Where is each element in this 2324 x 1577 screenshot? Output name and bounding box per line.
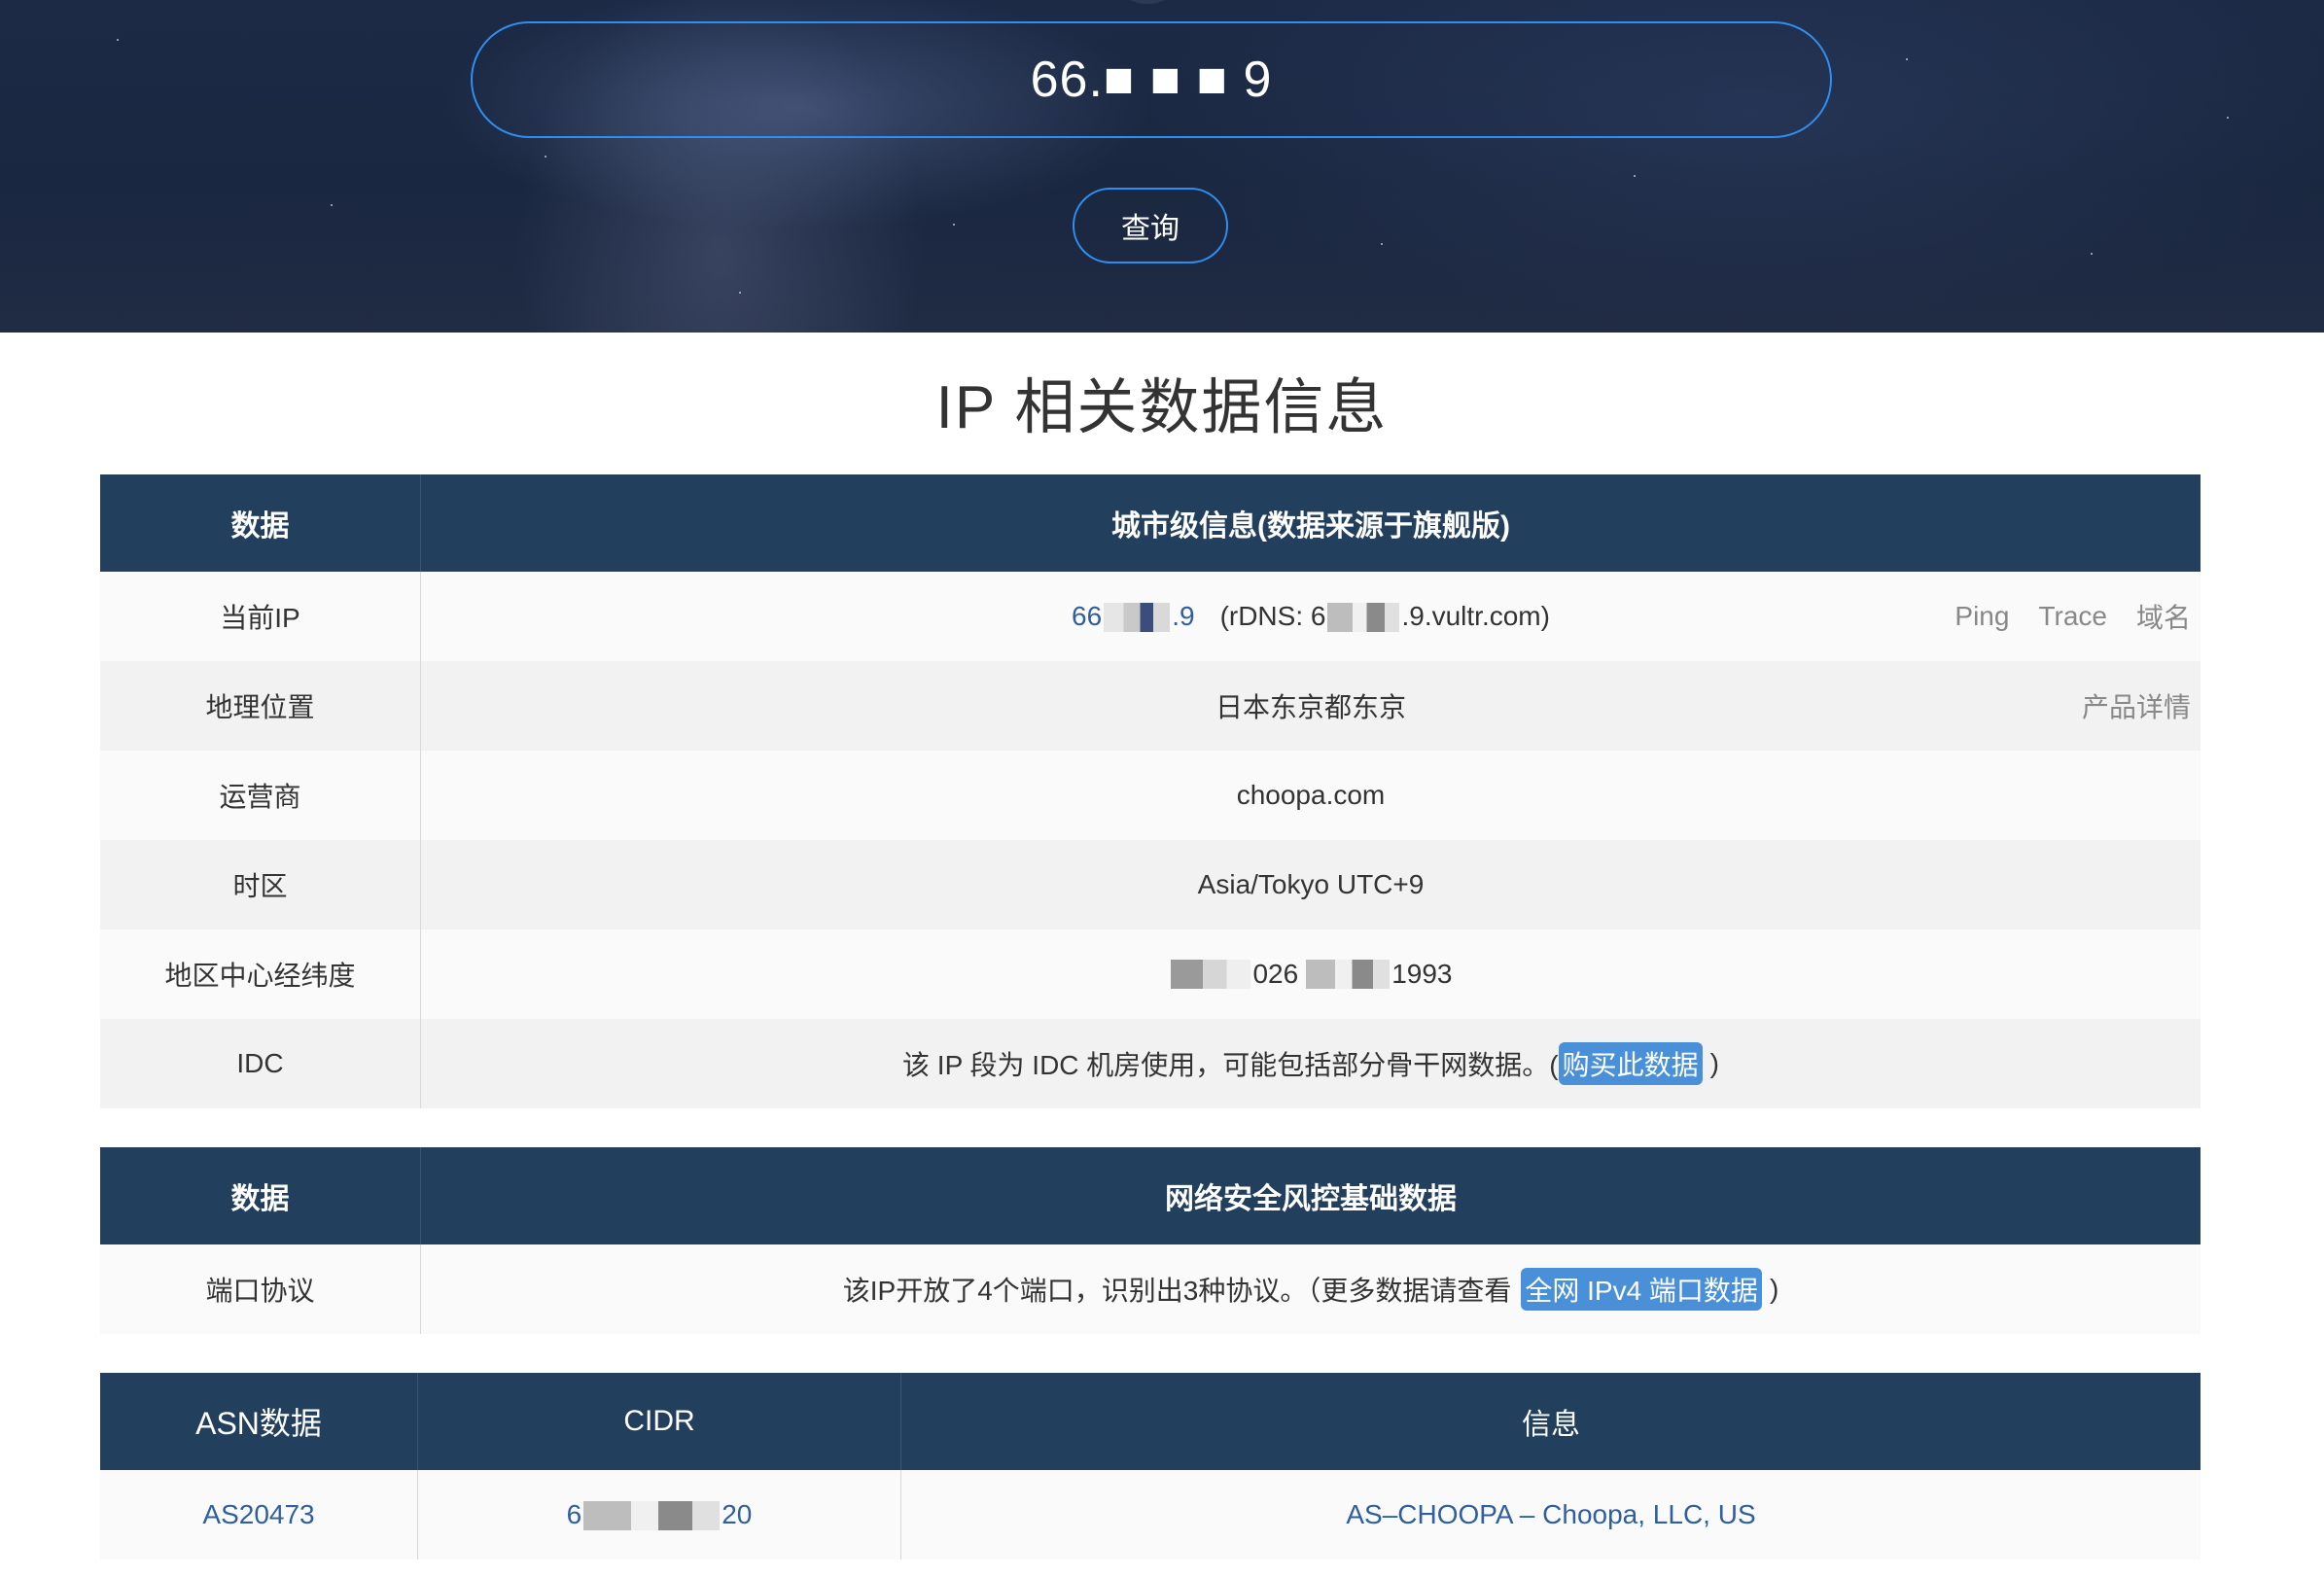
cidr-cell: 6 20 bbox=[418, 1470, 901, 1559]
timezone-value: Asia/Tokyo UTC+9 bbox=[1197, 869, 1425, 899]
table-row: IDC 该 IP 段为 IDC 机房使用，可能包括部分骨干网数据。( 购买此数据… bbox=[100, 1019, 2201, 1108]
ip-search-box[interactable] bbox=[471, 21, 1832, 138]
star-decoration bbox=[739, 292, 741, 294]
row-label: 时区 bbox=[100, 840, 421, 929]
cidr-text: 20 bbox=[722, 1498, 753, 1529]
row-value: 026 1993 bbox=[421, 929, 2201, 1019]
header-security: 网络安全风控基础数据 bbox=[1165, 1183, 1457, 1215]
buy-data-link[interactable]: 购买此数据 bbox=[1558, 1042, 1703, 1085]
security-table: 数据 网络安全风控基础数据 端口协议 该IP开放了4个端口，识别出3种协议。（更… bbox=[100, 1147, 2201, 1334]
star-decoration bbox=[1381, 243, 1383, 245]
row-value: choopa.com bbox=[421, 751, 2201, 840]
domain-link[interactable]: 域名 bbox=[2136, 597, 2191, 636]
table-row: 当前IP 66.9 (rDNS: 6.9.vultr.com) Ping Tra… bbox=[100, 572, 2201, 661]
star-decoration bbox=[2091, 253, 2093, 255]
header-asn: ASN数据 bbox=[100, 1373, 418, 1470]
ip-actions: Ping Trace 域名 bbox=[1954, 572, 2191, 661]
table-row: 地区中心经纬度 026 1993 bbox=[100, 929, 2201, 1019]
cidr-text: 6 bbox=[566, 1498, 582, 1529]
row-value: Asia/Tokyo UTC+9 bbox=[421, 840, 2201, 929]
row-value: 日本东京都东京 产品详情 bbox=[421, 661, 2201, 751]
idc-text: 该 IP 段为 IDC 机房使用，可能包括部分骨干网数据。( bbox=[902, 1050, 1559, 1080]
asn-link[interactable]: AS20473 bbox=[202, 1499, 314, 1530]
row-label: 运营商 bbox=[100, 751, 421, 840]
table-row: 运营商 choopa.com bbox=[100, 751, 2201, 840]
idc-text-end: ) bbox=[1709, 1048, 1719, 1078]
row-label: 端口协议 bbox=[100, 1244, 421, 1334]
redacted-block bbox=[1327, 603, 1400, 633]
table-header: 数据 城市级信息(数据来源于旗舰版) bbox=[100, 474, 2201, 572]
isp-value: choopa.com bbox=[1236, 780, 1386, 810]
star-decoration bbox=[1634, 175, 1636, 177]
coords-text: 1993 bbox=[1391, 959, 1453, 989]
redacted-block bbox=[583, 1501, 721, 1531]
location-value: 日本东京都东京 bbox=[1215, 692, 1406, 722]
info-cell: AS–CHOOPA – Choopa, LLC, US bbox=[901, 1470, 2201, 1559]
cidr-value: 6 20 bbox=[566, 1498, 753, 1531]
location-actions: 产品详情 bbox=[2082, 661, 2191, 751]
asn-cell: AS20473 bbox=[100, 1470, 418, 1559]
table-row: AS20473 6 20 AS–CHOOPA – Choopa, LLC, US bbox=[100, 1470, 2201, 1559]
ip-text: 66 bbox=[1072, 600, 1103, 631]
query-button[interactable]: 查询 bbox=[1073, 188, 1228, 263]
ports-text: 该IP开放了4个端口，识别出3种协议。（更多数据请查看 bbox=[842, 1276, 1512, 1306]
row-value: 66.9 (rDNS: 6.9.vultr.com) Ping Trace 域名 bbox=[421, 572, 2201, 661]
ip-text: .9 bbox=[1172, 600, 1195, 631]
header-city-info: 城市级信息(数据来源于旗舰版) bbox=[1111, 510, 1510, 543]
rdns-value: (rDNS: 6 .9.vultr.com) bbox=[1220, 601, 1550, 633]
header-cidr: CIDR bbox=[418, 1373, 901, 1470]
hero-banner: 查询 bbox=[0, 0, 2324, 333]
trace-link[interactable]: Trace bbox=[2038, 601, 2107, 632]
table-header: ASN数据 CIDR 信息 bbox=[100, 1373, 2201, 1470]
city-info-table: 数据 城市级信息(数据来源于旗舰版) 当前IP 66.9 (rDNS: 6.9.… bbox=[100, 474, 2201, 1108]
ping-link[interactable]: Ping bbox=[1954, 601, 2009, 632]
table-row: 地理位置 日本东京都东京 产品详情 bbox=[100, 661, 2201, 751]
redacted-block bbox=[1171, 960, 1251, 989]
row-label: 当前IP bbox=[100, 572, 421, 661]
star-decoration bbox=[545, 156, 546, 158]
row-value: 该IP开放了4个端口，识别出3种协议。（更多数据请查看 全网 IPv4 端口数据… bbox=[421, 1244, 2201, 1334]
asn-info: AS–CHOOPA – Choopa, LLC, US bbox=[1346, 1499, 1756, 1529]
current-ip-value: 66.9 bbox=[1072, 601, 1195, 633]
table-row: 端口协议 该IP开放了4个端口，识别出3种协议。（更多数据请查看 全网 IPv4… bbox=[100, 1244, 2201, 1334]
hero-decoration bbox=[1109, 0, 1186, 4]
star-decoration bbox=[2227, 117, 2229, 119]
star-decoration bbox=[1906, 58, 1908, 60]
header-data: 数据 bbox=[100, 474, 421, 572]
rdns-text: (rDNS: 6 bbox=[1219, 600, 1326, 631]
ports-text-end: ) bbox=[1769, 1274, 1779, 1304]
row-label: 地理位置 bbox=[100, 661, 421, 751]
page-title: IP 相关数据信息 bbox=[935, 374, 1389, 441]
header-info: 信息 bbox=[1522, 1409, 1580, 1441]
coords-text: 026 bbox=[1252, 959, 1299, 989]
rdns-text: .9.vultr.com) bbox=[1401, 600, 1550, 631]
row-label: IDC bbox=[100, 1019, 421, 1108]
table-row: 时区 Asia/Tokyo UTC+9 bbox=[100, 840, 2201, 929]
asn-table: ASN数据 CIDR 信息 AS20473 6 20 AS–CHOOPA – Ch… bbox=[100, 1373, 2201, 1559]
redacted-block bbox=[1104, 603, 1171, 633]
row-value: 该 IP 段为 IDC 机房使用，可能包括部分骨干网数据。( 购买此数据 ) bbox=[421, 1019, 2201, 1108]
redacted-block bbox=[1306, 960, 1391, 989]
ipv4-port-data-link[interactable]: 全网 IPv4 端口数据 bbox=[1521, 1268, 1762, 1311]
star-decoration bbox=[953, 224, 955, 226]
star-decoration bbox=[117, 39, 119, 41]
table-header: 数据 网络安全风控基础数据 bbox=[100, 1147, 2201, 1244]
ip-search-input[interactable] bbox=[473, 23, 1830, 136]
product-details-link[interactable]: 产品详情 bbox=[2082, 686, 2191, 725]
row-label: 地区中心经纬度 bbox=[100, 929, 421, 1019]
header-data: 数据 bbox=[100, 1147, 421, 1244]
star-decoration bbox=[331, 204, 333, 206]
